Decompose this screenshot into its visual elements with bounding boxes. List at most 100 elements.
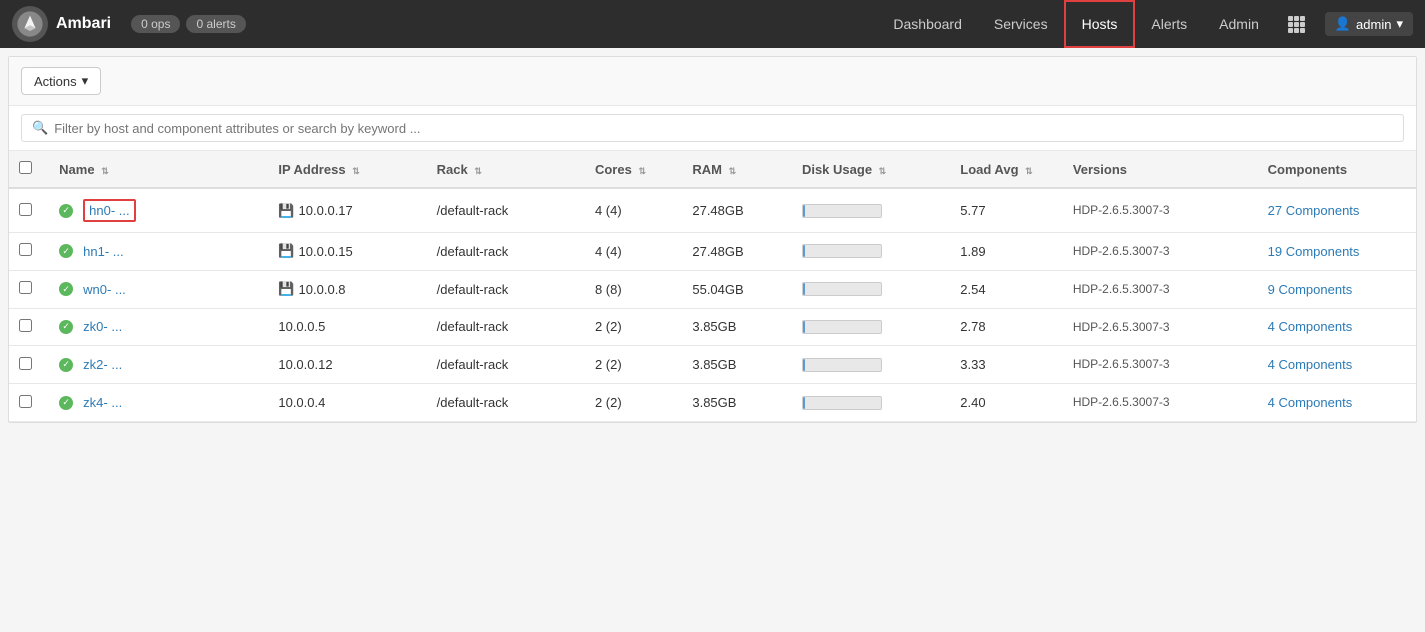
row-rack-cell: /default-rack bbox=[427, 270, 585, 308]
row-versions-cell: HDP-2.6.5.3007-3 bbox=[1063, 233, 1258, 271]
hdd-icon: 💾 bbox=[278, 243, 294, 259]
admin-menu[interactable]: 👤 admin ▾ bbox=[1325, 12, 1413, 36]
row-ram-cell: 27.48GB bbox=[682, 188, 792, 233]
row-disk-cell bbox=[792, 233, 950, 271]
row-ip-cell: 💾 10.0.0.17 bbox=[268, 188, 426, 233]
row-checkbox[interactable] bbox=[19, 281, 32, 294]
row-checkbox[interactable] bbox=[19, 357, 32, 370]
components-link[interactable]: 9 Components bbox=[1268, 282, 1353, 297]
ram-value: 27.48GB bbox=[692, 203, 743, 218]
load-value: 2.40 bbox=[960, 395, 985, 410]
components-link[interactable]: 19 Components bbox=[1268, 244, 1360, 259]
ops-badge[interactable]: 0 ops bbox=[131, 15, 180, 33]
disk-bar-fill bbox=[803, 321, 805, 333]
ip-value: 10.0.0.4 bbox=[278, 395, 325, 410]
row-name-cell: hn0- ... bbox=[49, 188, 268, 233]
actions-caret: ▾ bbox=[82, 73, 89, 89]
row-cores-cell: 4 (4) bbox=[585, 233, 682, 271]
search-input[interactable] bbox=[54, 121, 1393, 136]
row-disk-cell bbox=[792, 308, 950, 346]
cores-sort-icon: ⇅ bbox=[638, 166, 646, 176]
brand[interactable]: Ambari bbox=[12, 6, 111, 42]
status-icon bbox=[59, 358, 73, 372]
rack-sort-icon: ⇅ bbox=[474, 166, 482, 176]
ip-value: 10.0.0.5 bbox=[278, 319, 325, 334]
row-rack-cell: /default-rack bbox=[427, 233, 585, 271]
row-versions-cell: HDP-2.6.5.3007-3 bbox=[1063, 308, 1258, 346]
hosts-table: Name ⇅ IP Address ⇅ Rack ⇅ Cores ⇅ RAM bbox=[9, 151, 1416, 422]
components-link[interactable]: 4 Components bbox=[1268, 395, 1353, 410]
row-components-cell: 27 Components bbox=[1258, 188, 1416, 233]
disk-bar-bg bbox=[802, 320, 882, 334]
row-checkbox-cell bbox=[9, 188, 49, 233]
ram-value: 3.85GB bbox=[692, 395, 736, 410]
main-content: Actions ▾ 🔍 Name ⇅ IP Address ⇅ bbox=[8, 56, 1417, 423]
alerts-badge[interactable]: 0 alerts bbox=[186, 15, 245, 33]
header-checkbox[interactable] bbox=[9, 151, 49, 188]
ram-value: 3.85GB bbox=[692, 357, 736, 372]
header-name[interactable]: Name ⇅ bbox=[49, 151, 268, 188]
row-rack-cell: /default-rack bbox=[427, 384, 585, 422]
header-components: Components bbox=[1258, 151, 1416, 188]
grid-icon[interactable] bbox=[1275, 0, 1317, 48]
versions-value: HDP-2.6.5.3007-3 bbox=[1073, 203, 1170, 217]
row-components-cell: 9 Components bbox=[1258, 270, 1416, 308]
components-link[interactable]: 27 Components bbox=[1268, 203, 1360, 218]
row-name-cell: zk2- ... bbox=[49, 346, 268, 384]
disk-bar-bg bbox=[802, 204, 882, 218]
row-load-cell: 1.89 bbox=[950, 233, 1063, 271]
actions-button[interactable]: Actions ▾ bbox=[21, 67, 101, 95]
disk-bar-wrap bbox=[802, 244, 940, 258]
row-load-cell: 2.54 bbox=[950, 270, 1063, 308]
row-versions-cell: HDP-2.6.5.3007-3 bbox=[1063, 384, 1258, 422]
row-ram-cell: 3.85GB bbox=[682, 346, 792, 384]
row-checkbox[interactable] bbox=[19, 395, 32, 408]
actions-label: Actions bbox=[34, 74, 77, 89]
row-load-cell: 2.40 bbox=[950, 384, 1063, 422]
host-name-link[interactable]: zk4- ... bbox=[83, 395, 122, 410]
nav-hosts[interactable]: Hosts bbox=[1064, 0, 1136, 48]
host-name-link[interactable]: zk2- ... bbox=[83, 357, 122, 372]
row-name-cell: zk4- ... bbox=[49, 384, 268, 422]
row-load-cell: 5.77 bbox=[950, 188, 1063, 233]
toolbar: Actions ▾ bbox=[9, 57, 1416, 106]
header-ip[interactable]: IP Address ⇅ bbox=[268, 151, 426, 188]
components-link[interactable]: 4 Components bbox=[1268, 357, 1353, 372]
status-icon bbox=[59, 244, 73, 258]
host-name-link[interactable]: hn1- ... bbox=[83, 244, 123, 259]
row-ip-cell: 💾 10.0.0.15 bbox=[268, 233, 426, 271]
row-checkbox[interactable] bbox=[19, 203, 32, 216]
row-disk-cell bbox=[792, 346, 950, 384]
row-ram-cell: 3.85GB bbox=[682, 384, 792, 422]
header-cores[interactable]: Cores ⇅ bbox=[585, 151, 682, 188]
host-name-link[interactable]: wn0- ... bbox=[83, 282, 126, 297]
row-ip-cell: 10.0.0.12 bbox=[268, 346, 426, 384]
header-load[interactable]: Load Avg ⇅ bbox=[950, 151, 1063, 188]
row-rack-cell: /default-rack bbox=[427, 346, 585, 384]
header-rack[interactable]: Rack ⇅ bbox=[427, 151, 585, 188]
components-link[interactable]: 4 Components bbox=[1268, 319, 1353, 334]
row-checkbox[interactable] bbox=[19, 243, 32, 256]
disk-bar-fill bbox=[803, 205, 805, 217]
row-disk-cell bbox=[792, 384, 950, 422]
nav-services[interactable]: Services bbox=[978, 0, 1064, 48]
select-all-checkbox[interactable] bbox=[19, 161, 32, 174]
disk-bar-wrap bbox=[802, 282, 940, 296]
row-disk-cell bbox=[792, 188, 950, 233]
header-ram[interactable]: RAM ⇅ bbox=[682, 151, 792, 188]
header-versions: Versions bbox=[1063, 151, 1258, 188]
row-checkbox[interactable] bbox=[19, 319, 32, 332]
cores-value: 2 (2) bbox=[595, 319, 622, 334]
disk-bar-fill bbox=[803, 397, 805, 409]
disk-bar-wrap bbox=[802, 396, 940, 410]
nav-admin[interactable]: Admin bbox=[1203, 0, 1275, 48]
header-disk[interactable]: Disk Usage ⇅ bbox=[792, 151, 950, 188]
host-name-link[interactable]: hn0- ... bbox=[89, 203, 129, 218]
disk-bar-bg bbox=[802, 396, 882, 410]
search-icon: 🔍 bbox=[32, 120, 48, 136]
host-name-link[interactable]: zk0- ... bbox=[83, 319, 122, 334]
navbar-badges: 0 ops 0 alerts bbox=[131, 15, 246, 33]
nav-dashboard[interactable]: Dashboard bbox=[877, 0, 978, 48]
ram-value: 55.04GB bbox=[692, 282, 743, 297]
nav-alerts[interactable]: Alerts bbox=[1135, 0, 1203, 48]
